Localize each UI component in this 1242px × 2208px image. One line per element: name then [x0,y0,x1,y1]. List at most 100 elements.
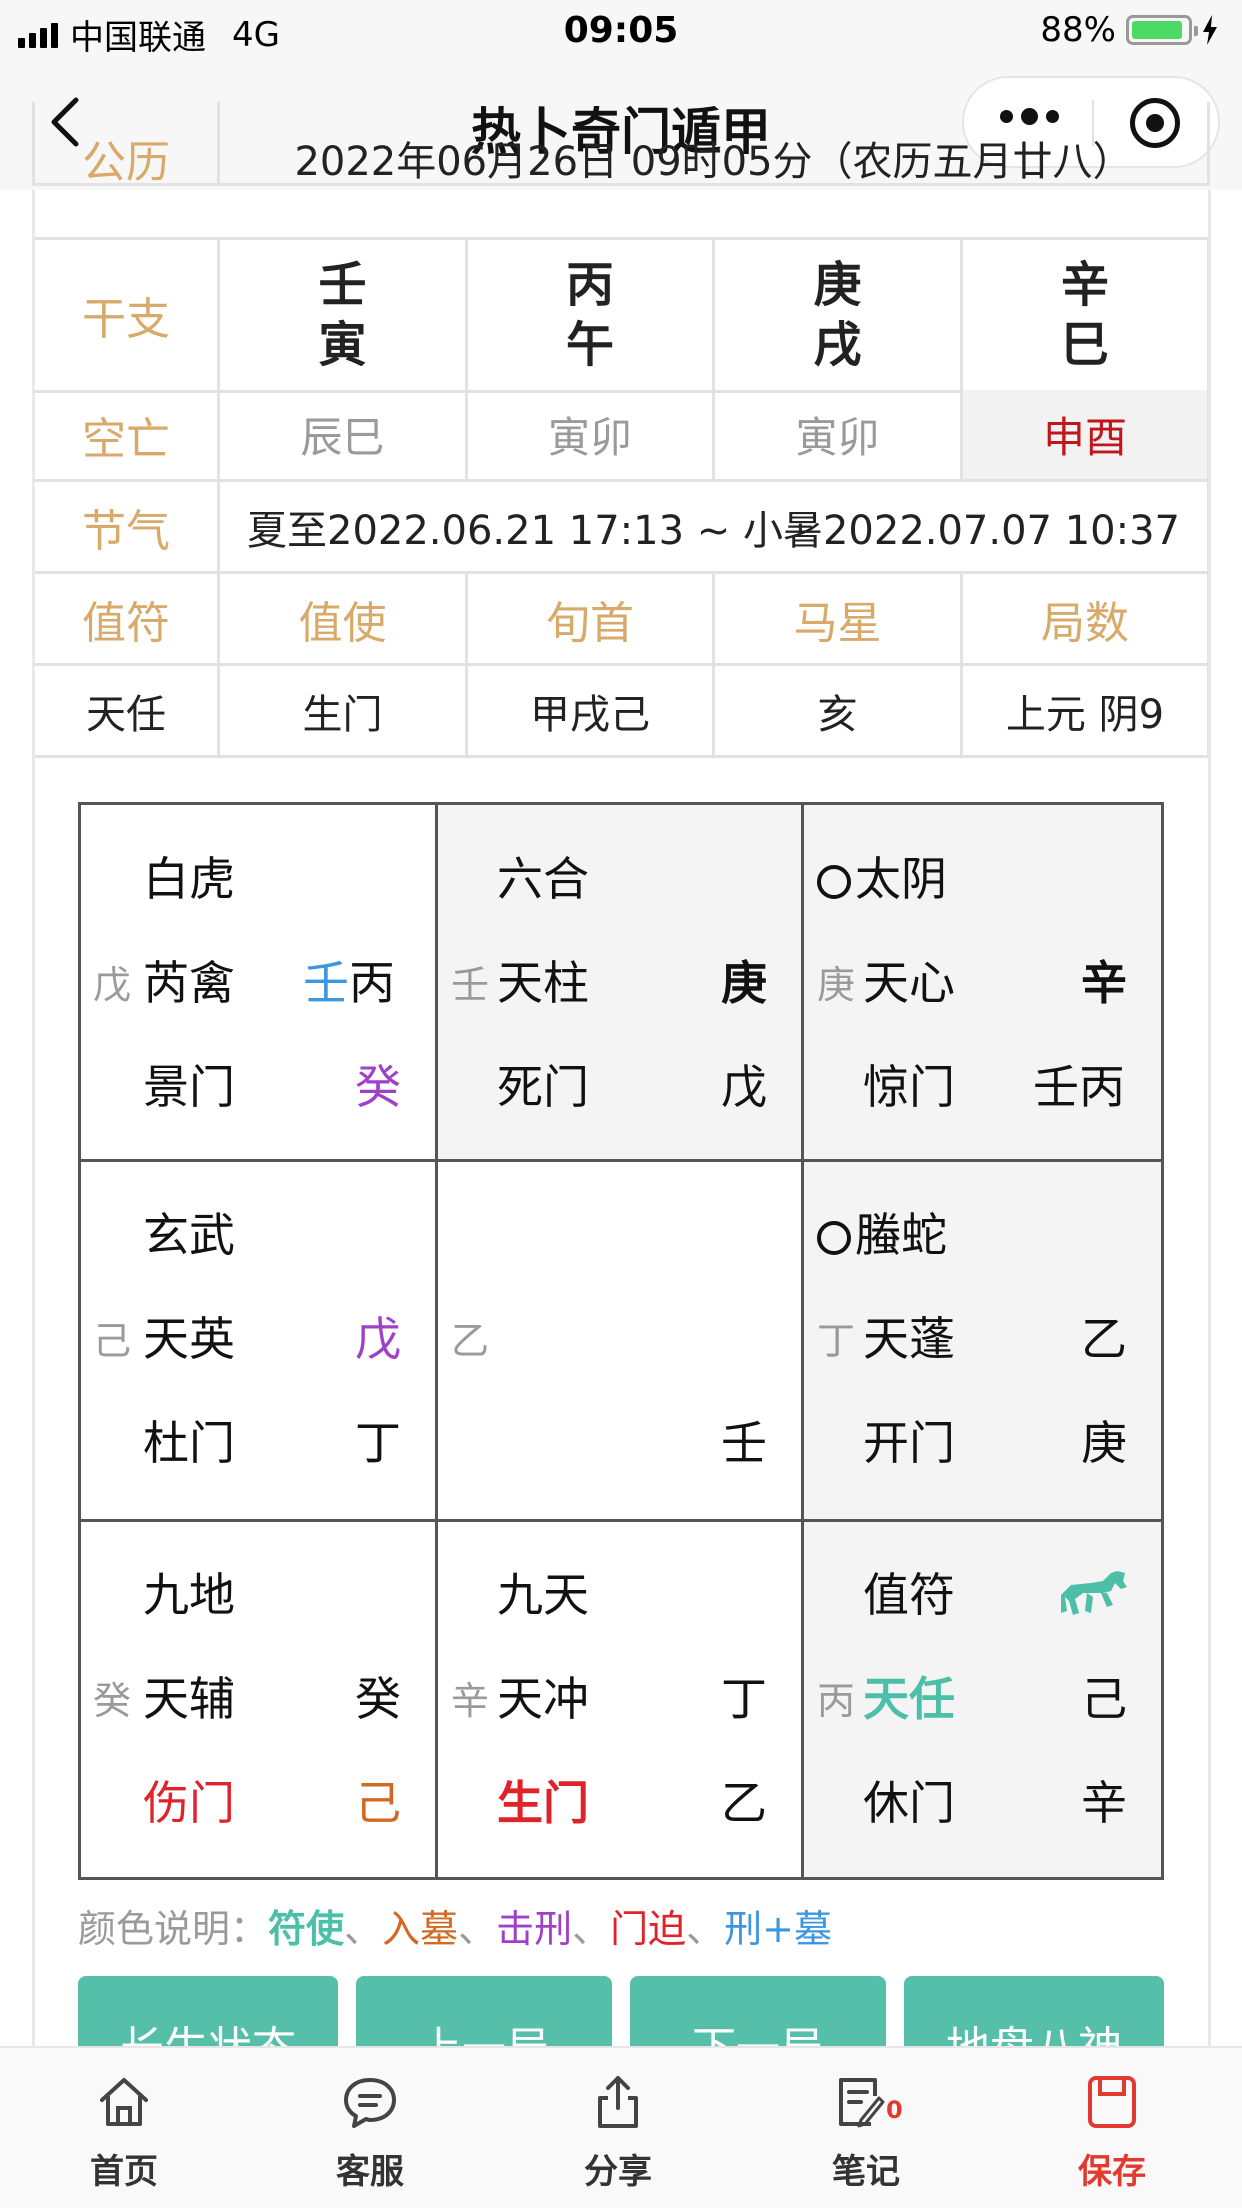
palace-1[interactable]: 白虎 戊 芮禽 壬 丙 景门 癸 [81,805,437,1161]
legend-xingmu: 刑+墓 [724,1907,832,1951]
ganzhi-label: 干支 [32,240,220,393]
palace-star: 天心 [863,956,955,1010]
tab-label: 分享 [584,2152,652,2192]
palace-earth-stem: 壬 [451,963,490,1007]
palace-god: 白虎 [143,852,235,906]
palace-heaven-stem: 丙 [349,956,395,1010]
palace-door: 死门 [497,1060,589,1114]
ganzhi-day: 庚戌 [715,240,963,393]
tab-home[interactable]: 首页 [44,2074,204,2193]
tab-label: 客服 [336,2152,404,2192]
palace-6[interactable]: 螣蛇 丁 天蓬 乙 开门 庚 [803,1161,1161,1521]
tab-label: 笔记 [832,2152,900,2192]
value-zhifu: 天任 [32,666,220,758]
palace-7[interactable]: 九地 癸 天辅 癸 伤门 己 [81,1521,437,1877]
legend-fushi: 符使 [268,1907,345,1951]
palace-door: 杜门 [143,1416,235,1470]
palace-earth-stem: 辛 [451,1679,490,1723]
palace-5[interactable]: 乙 壬 [437,1161,803,1521]
chat-icon [344,2078,396,2128]
palace-god: 玄武 [143,1208,235,1262]
circle-icon [817,1221,851,1255]
summary-header-row: 值符 值使 旬首 马星 局数 [32,574,1210,666]
palace-heaven-stem: 戊 [355,1312,401,1366]
kongwang-year: 辰巳 [220,390,468,482]
header-maxing: 马星 [715,574,963,666]
palace-earth-stem: 庚 [817,963,856,1007]
palace-god: 九地 [143,1568,235,1622]
palace-2[interactable]: 六合 壬 天柱 庚 死门 戊 [437,805,803,1161]
jieqi-row: 节气 夏至2022.06.21 17:13 ~ 小暑2022.07.07 10:… [32,482,1210,574]
palace-god: 值符 [863,1568,955,1622]
battery-percent: 88% [1040,10,1116,50]
ganzhi-hour: 辛巳 [963,240,1210,393]
ganzhi-month: 丙午 [468,240,715,393]
header-zhifu: 值符 [32,574,220,666]
tab-notes[interactable]: 0 笔记 [786,2074,946,2193]
legend-menpo: 门迫 [610,1907,687,1951]
palace-heaven-stem: 癸 [355,1672,401,1726]
palace-star: 天蓬 [863,1312,955,1366]
palace-earth-stem: 乙 [451,1319,490,1363]
notes-badge: 0 [886,2096,903,2124]
palace-star: 天辅 [143,1672,235,1726]
gongli-row: 公历 2022年06月26日 09时05分（农历五月廿八） [32,102,1210,188]
palace-earth-stem: 丁 [817,1319,856,1363]
palace-star: 天英 [143,1312,235,1366]
tab-label: 首页 [90,2152,158,2192]
header-jushu: 局数 [963,574,1210,666]
palace-god: 太阴 [817,851,947,907]
summary-value-row: 天任 生门 甲戌己 亥 上元 阴9 [32,666,1210,758]
horse-icon [1061,1571,1127,1615]
battery-icon [1126,15,1198,45]
palace-door: 景门 [143,1060,235,1114]
ganzhi-year: 壬寅 [220,240,468,393]
gongli-label: 公历 [32,102,220,188]
palace-earth-stem: 戊 [93,963,132,1007]
tab-service[interactable]: 客服 [290,2074,450,2193]
color-legend: 颜色说明：符使、入墓、击刑、门迫、刑+墓 [78,1907,832,1951]
palace-god: 九天 [497,1568,589,1622]
palace-earth-stem: 丙 [817,1679,856,1723]
circle-icon [817,865,851,899]
jieqi-label: 节气 [32,482,220,574]
tab-save[interactable]: 保存 [1032,2074,1192,2193]
palace-heaven-stem: 庚 [721,956,767,1010]
palace-hidden-stem: 辛 [1081,1776,1127,1830]
palace-door: 惊门 [863,1060,955,1114]
charging-icon [1203,15,1217,45]
legend-jixing: 击刑 [496,1907,573,1951]
palace-8[interactable]: 九天 辛 天冲 丁 生门 乙 [437,1521,803,1877]
value-zhishi: 生门 [220,666,468,758]
value-maxing: 亥 [715,666,963,758]
kongwang-day: 寅卯 [715,390,963,482]
kongwang-label: 空亡 [32,390,220,482]
palace-door: 开门 [863,1416,955,1470]
palace-hidden-stem: 己 [355,1776,401,1830]
share-icon [598,2076,638,2128]
palace-hidden-stem: 戊 [721,1060,767,1114]
palace-4[interactable]: 玄武 己 天英 戊 杜门 丁 [81,1161,437,1521]
palace-star: 天冲 [497,1672,589,1726]
kongwang-hour: 申酉 [963,390,1210,482]
value-jushu: 上元 阴9 [963,666,1210,758]
palace-hidden-stem: 癸 [355,1060,401,1114]
tab-label: 保存 [1078,2152,1146,2192]
kongwang-row: 空亡 辰巳 寅卯 寅卯 申酉 [32,390,1210,482]
palace-earth-stem: 癸 [93,1679,132,1723]
ganzhi-row: 干支 壬寅 丙午 庚戌 辛巳 [32,237,1210,393]
battery-info: 88% [1040,10,1218,50]
jieqi-value: 夏至2022.06.21 17:13 ~ 小暑2022.07.07 10:37 [220,482,1210,574]
palace-door: 伤门 [143,1776,235,1830]
palace-9[interactable]: 值符 丙 天任 己 休门 辛 [803,1521,1161,1877]
palace-star: 天柱 [497,956,589,1010]
palace-mark: 壬 [303,956,349,1010]
palace-door: 休门 [863,1776,955,1830]
tab-share[interactable]: 分享 [538,2074,698,2193]
palace-3[interactable]: 太阴 庚 天心 辛 惊门 壬丙 [803,805,1161,1161]
bottom-tab-bar: 首页 客服 分享 0 笔记 保存 [0,2046,1242,2208]
legend-rumu: 入墓 [382,1907,459,1951]
palace-hidden-stem: 壬丙 [1033,1060,1125,1114]
save-icon [1088,2076,1136,2128]
palace-heaven-stem: 丁 [721,1672,767,1726]
